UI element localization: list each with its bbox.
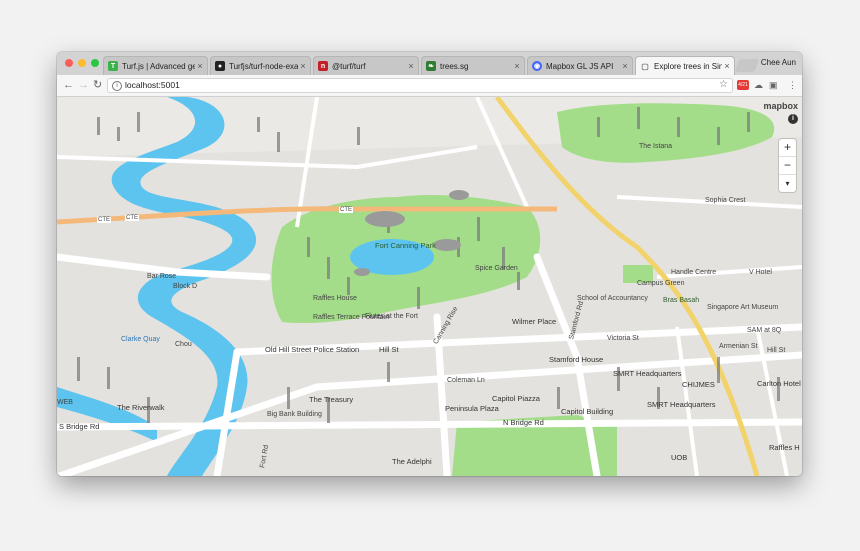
address-bar[interactable]: i localhost:5001 ☆: [107, 78, 733, 93]
map-label-chijmes: CHIJMES: [682, 380, 715, 389]
map-label-fort-canning-park: Fort Canning Park: [375, 241, 436, 250]
map-label-s-bridge-rd: S Bridge Rd: [59, 422, 100, 431]
cloud-icon[interactable]: ☁: [754, 80, 763, 91]
map-label-smrt-headquarters-2: SMRT Headquarters: [647, 400, 716, 409]
map-label-chou: Chou: [175, 341, 192, 348]
map-label-spice-garden: Spice Garden: [475, 265, 518, 272]
site-info-icon[interactable]: i: [112, 81, 122, 91]
extension-badge-icon[interactable]: 4/21: [737, 80, 749, 90]
minimize-window-button[interactable]: [78, 59, 86, 67]
maximize-window-button[interactable]: [91, 59, 99, 67]
map-label-the-adelphi: The Adelphi: [392, 457, 432, 466]
mapbox-logo[interactable]: mapbox: [763, 101, 798, 111]
url-text: localhost:5001: [125, 80, 180, 90]
map-label-raffles-house: Raffles House: [313, 295, 357, 302]
map-label-flutes-at-the-fort: Flutes at the Fort: [365, 313, 418, 320]
tab-title: Explore trees in Singa: [654, 61, 722, 71]
map-label-sam-at-8q: SAM at 8Q: [747, 327, 782, 334]
map-label-block-d: Block D: [173, 283, 198, 290]
github-icon: ●: [215, 61, 225, 71]
map-label-capitol-building: Capitol Building: [561, 407, 614, 416]
map-label-hill-st: Hill St: [379, 345, 399, 354]
tab-explore-trees[interactable]: ▢ Explore trees in Singa ×: [635, 56, 735, 75]
tab-title: Mapbox GL JS API: [546, 61, 614, 71]
close-tab-icon[interactable]: ×: [722, 61, 732, 71]
extension-icon[interactable]: ▣: [769, 80, 778, 91]
profile-name[interactable]: Chee Aun: [761, 58, 796, 67]
forward-arrow-icon[interactable]: →: [78, 79, 89, 91]
map-label-stamford-house: Stamford House: [549, 355, 604, 364]
map-label-n-bridge-rd: N Bridge Rd: [503, 418, 544, 427]
map-canvas[interactable]: Fort Canning Park Old Hill Street Police…: [57, 97, 802, 476]
zoom-in-button[interactable]: +: [779, 139, 796, 157]
close-tab-icon[interactable]: ×: [406, 61, 416, 71]
map-label-big-bank-building: Big Bank Building: [267, 411, 322, 418]
browser-toolbar: ← → ↻ i localhost:5001 ☆ 4/21 ☁ ▣ ⋮: [57, 75, 802, 97]
browser-window: T Turf.js | Advanced geo × ● Turfjs/turf…: [57, 52, 802, 476]
map-label-clarke-quay: Clarke Quay: [121, 336, 160, 343]
map-label-school-of-accountancy: School of Accountancy: [577, 295, 648, 302]
map-label-carlton-hotel: Carlton Hotel: [757, 379, 801, 388]
map-label-capitol-piazza: Capitol Piazza: [492, 394, 540, 403]
map-base: [57, 97, 802, 476]
tab-title: @turf/turf: [332, 61, 366, 71]
map-label-the-treasury: The Treasury: [309, 395, 354, 404]
map-label-uob: UOB: [671, 453, 688, 462]
map-label-smrt-headquarters-1: SMRT Headquarters: [613, 369, 682, 378]
map-label-raffles-h: Raffles H: [769, 443, 800, 452]
close-tab-icon[interactable]: ×: [195, 61, 205, 71]
map-label-cte-1: CTE: [97, 217, 111, 223]
tab-turf-js[interactable]: T Turf.js | Advanced geo ×: [103, 56, 208, 75]
turf-icon: T: [108, 61, 118, 71]
map-label-bras-basah: Bras Basah: [663, 297, 700, 304]
map-label-armenian-st: Armenian St: [719, 343, 758, 350]
map-label-singapore-art-museum: Singapore Art Museum: [707, 304, 779, 311]
tab-turf-npm[interactable]: n @turf/turf ×: [313, 56, 419, 75]
map-label-bar-rose: Bar Rose: [147, 273, 177, 280]
leaf-icon: ❧: [426, 61, 436, 71]
tab-mapbox-gl-js-api[interactable]: ◉ Mapbox GL JS API ×: [527, 56, 633, 75]
npm-icon: n: [318, 61, 328, 71]
map-label-cte-2: CTE: [125, 215, 139, 221]
page-icon: ▢: [641, 61, 649, 71]
map-label-web: WEB: [57, 399, 73, 406]
map-label-v-hotel: V Hotel: [749, 269, 772, 276]
close-window-button[interactable]: [65, 59, 73, 67]
compass-button[interactable]: ▾: [779, 175, 796, 192]
tab-turf-node-example[interactable]: ● Turfjs/turf-node-exam ×: [210, 56, 311, 75]
attribution-info-icon[interactable]: i: [788, 114, 798, 124]
tab-trees-sg[interactable]: ❧ trees.sg ×: [421, 56, 525, 75]
menu-kebab-icon[interactable]: ⋮: [788, 80, 797, 91]
map-label-peninsula-plaza: Peninsula Plaza: [445, 404, 499, 413]
map-label-hill-st-2: Hill St: [767, 347, 786, 354]
map-label-the-riverwalk: The Riverwalk: [117, 403, 165, 412]
mapbox-icon: ◉: [532, 61, 542, 71]
map-label-handle-centre: Handle Centre: [671, 269, 717, 276]
tab-title: Turf.js | Advanced geo: [122, 61, 195, 71]
map-label-the-istana: The Istana: [639, 143, 673, 150]
bookmark-star-icon[interactable]: ☆: [719, 79, 728, 90]
map-label-coleman-ln: Coleman Ln: [447, 377, 485, 384]
close-tab-icon[interactable]: ×: [512, 61, 522, 71]
map-label-old-hill-street-police-station: Old Hill Street Police Station: [265, 345, 360, 354]
tab-title: Turfjs/turf-node-exam: [229, 61, 298, 71]
back-arrow-icon[interactable]: ←: [63, 79, 74, 91]
map-label-victoria-st: Victoria St: [607, 335, 639, 342]
map-label-campus-green: Campus Green: [637, 280, 685, 287]
new-tab-button[interactable]: [734, 59, 760, 72]
zoom-out-button[interactable]: −: [779, 157, 796, 175]
close-tab-icon[interactable]: ×: [298, 61, 308, 71]
close-tab-icon[interactable]: ×: [620, 61, 630, 71]
map-label-wilmer-place: Wilmer Place: [512, 317, 557, 326]
tab-strip: T Turf.js | Advanced geo × ● Turfjs/turf…: [57, 52, 802, 75]
map-label-sophia-crest: Sophia Crest: [705, 197, 746, 204]
map-navigation-control: + − ▾: [779, 139, 796, 192]
map-label-cte-3: CTE: [339, 207, 353, 213]
reload-icon[interactable]: ↻: [93, 79, 102, 91]
tab-title: trees.sg: [440, 61, 469, 71]
